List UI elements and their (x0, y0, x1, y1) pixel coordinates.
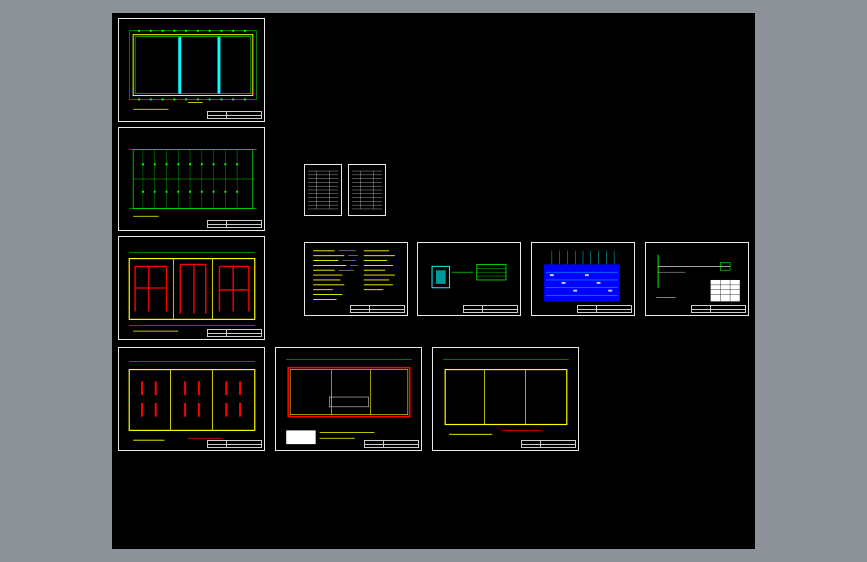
plan-1-title-block (207, 111, 262, 119)
drawing-sheet-plan-1[interactable] (118, 18, 265, 122)
plan-5-title-block (364, 440, 419, 448)
drawing-sheet-detail-1[interactable] (645, 242, 749, 316)
detail-1-title-block (691, 305, 746, 313)
plan-3-title-block (207, 329, 262, 337)
drawing-sheet-notes-1[interactable] (304, 242, 408, 316)
table-2-graphics (351, 170, 383, 210)
plan-3-graphics (128, 252, 256, 332)
plan-2-title-block (207, 220, 262, 228)
drawing-sheet-plan-4[interactable] (118, 347, 265, 451)
drawing-sheet-plan-5[interactable] (275, 347, 422, 451)
plan-6-graphics (443, 359, 569, 435)
plan-4-title-block (207, 440, 262, 448)
drawing-sheet-table-2[interactable] (348, 164, 386, 216)
plan-4-graphics (128, 361, 256, 441)
drawing-canvas[interactable] (112, 13, 755, 549)
plan-6-title-block (521, 440, 576, 448)
drawing-sheet-system-1[interactable] (531, 242, 635, 316)
notes-1-title-block (350, 305, 405, 313)
drawing-sheet-table-1[interactable] (304, 164, 342, 216)
drawing-sheet-legend-1[interactable] (417, 242, 521, 316)
table-1-graphics (307, 170, 339, 210)
plan-2-graphics (129, 149, 257, 217)
legend-1-title-block (463, 305, 518, 313)
system-1-title-block (577, 305, 632, 313)
drawing-sheet-plan-6[interactable] (432, 347, 579, 451)
drawing-sheet-plan-3[interactable] (118, 236, 265, 340)
drawing-sheet-plan-2[interactable] (118, 127, 265, 231)
plan-1-graphics (128, 29, 257, 110)
plan-5-graphics (286, 359, 412, 445)
